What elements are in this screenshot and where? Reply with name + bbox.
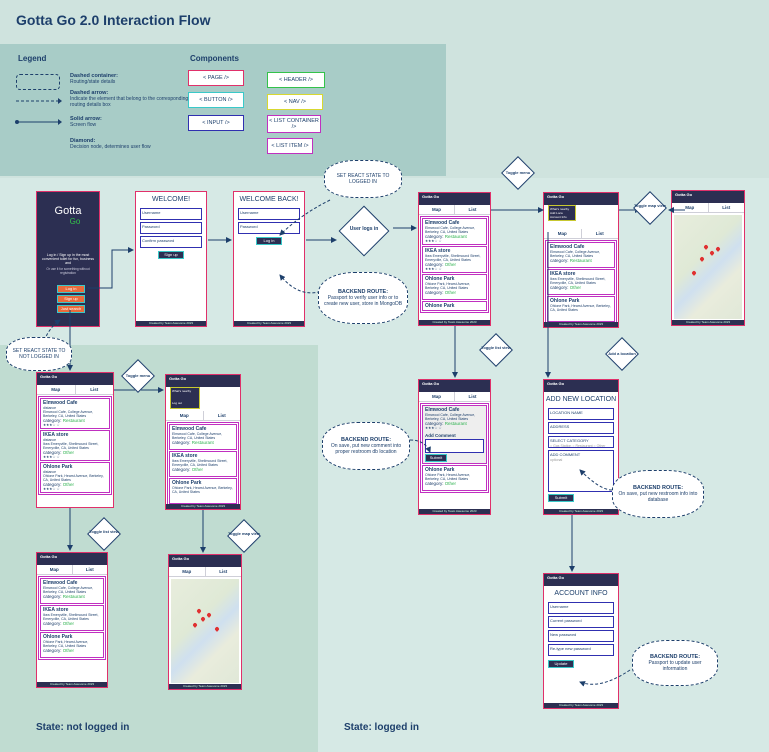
note-backend-account: BACKEND ROUTE: Passport to update user in… bbox=[632, 640, 718, 686]
flow-arrows bbox=[39, 199, 685, 687]
note-set-not-logged-in-text: SET REACT STATE TO NOT LOGGED IN bbox=[12, 348, 66, 360]
note-backend-comment-body: On save, put new comment into proper res… bbox=[330, 443, 402, 455]
decision-toggle-menu-left: Toggle menu bbox=[120, 358, 156, 394]
decision-toggle-menu-right: Toggle menu bbox=[500, 155, 536, 191]
decision-toggle-list-label: Toggle list view bbox=[481, 345, 511, 350]
note-backend-add-body: On save, put new restroom info into data… bbox=[618, 491, 698, 503]
decision-toggle-map-right: Toggle map view bbox=[632, 190, 668, 226]
state-label-not-logged-in: State: not logged in bbox=[36, 722, 130, 733]
dashed-comment bbox=[409, 439, 431, 453]
decision-shape bbox=[227, 519, 261, 553]
decision-toggle-map-label: Toggle map view bbox=[634, 203, 666, 208]
flow-splash-to-signup bbox=[88, 247, 134, 289]
dashed-add bbox=[579, 469, 613, 491]
decision-toggle-menu-left-label: Toggle menu bbox=[125, 373, 151, 378]
note-set-logged-in: SET REACT STATE TO LOGGED IN bbox=[324, 160, 402, 198]
decision-toggle-map-left: Toggle map view bbox=[226, 518, 262, 554]
decision-toggle-list-left-label: Toggle list view bbox=[89, 529, 119, 534]
decision-user-logs-in: User logs in bbox=[338, 205, 390, 257]
note-backend-account-body: Passport to update user information bbox=[648, 660, 702, 672]
decision-add-location-label: Add a location bbox=[608, 351, 636, 356]
decision-shape bbox=[633, 191, 667, 225]
decision-toggle-list-right: Toggle list view bbox=[478, 332, 514, 368]
note-backend-add: BACKEND ROUTE: On save, put new restroom … bbox=[612, 470, 704, 518]
dashed-to-login bbox=[279, 199, 331, 236]
state-label-logged-in: State: logged in bbox=[344, 722, 419, 733]
dashed-account bbox=[579, 669, 631, 687]
note-backend-auth: BACKEND ROUTE: Passport to verify user in… bbox=[318, 272, 408, 324]
note-backend-comment: BACKEND ROUTE: On save, put new comment i… bbox=[322, 422, 410, 470]
note-backend-auth-body: Passport to verify user info or to creat… bbox=[323, 295, 403, 307]
decision-user-logs-in-label: User logs in bbox=[349, 226, 379, 232]
note-set-not-logged-in: SET REACT STATE TO NOT LOGGED IN bbox=[6, 337, 72, 371]
decision-toggle-menu-label: Toggle menu bbox=[505, 170, 531, 175]
decision-toggle-map-left-label: Toggle map view bbox=[228, 531, 260, 536]
note-set-logged-in-text: SET REACT STATE TO LOGGED IN bbox=[336, 173, 390, 185]
decision-shape bbox=[87, 517, 121, 551]
decision-toggle-list-left: Toggle list view bbox=[86, 516, 122, 552]
decision-shape bbox=[479, 333, 513, 367]
decision-add-location: Add a location bbox=[604, 336, 640, 372]
